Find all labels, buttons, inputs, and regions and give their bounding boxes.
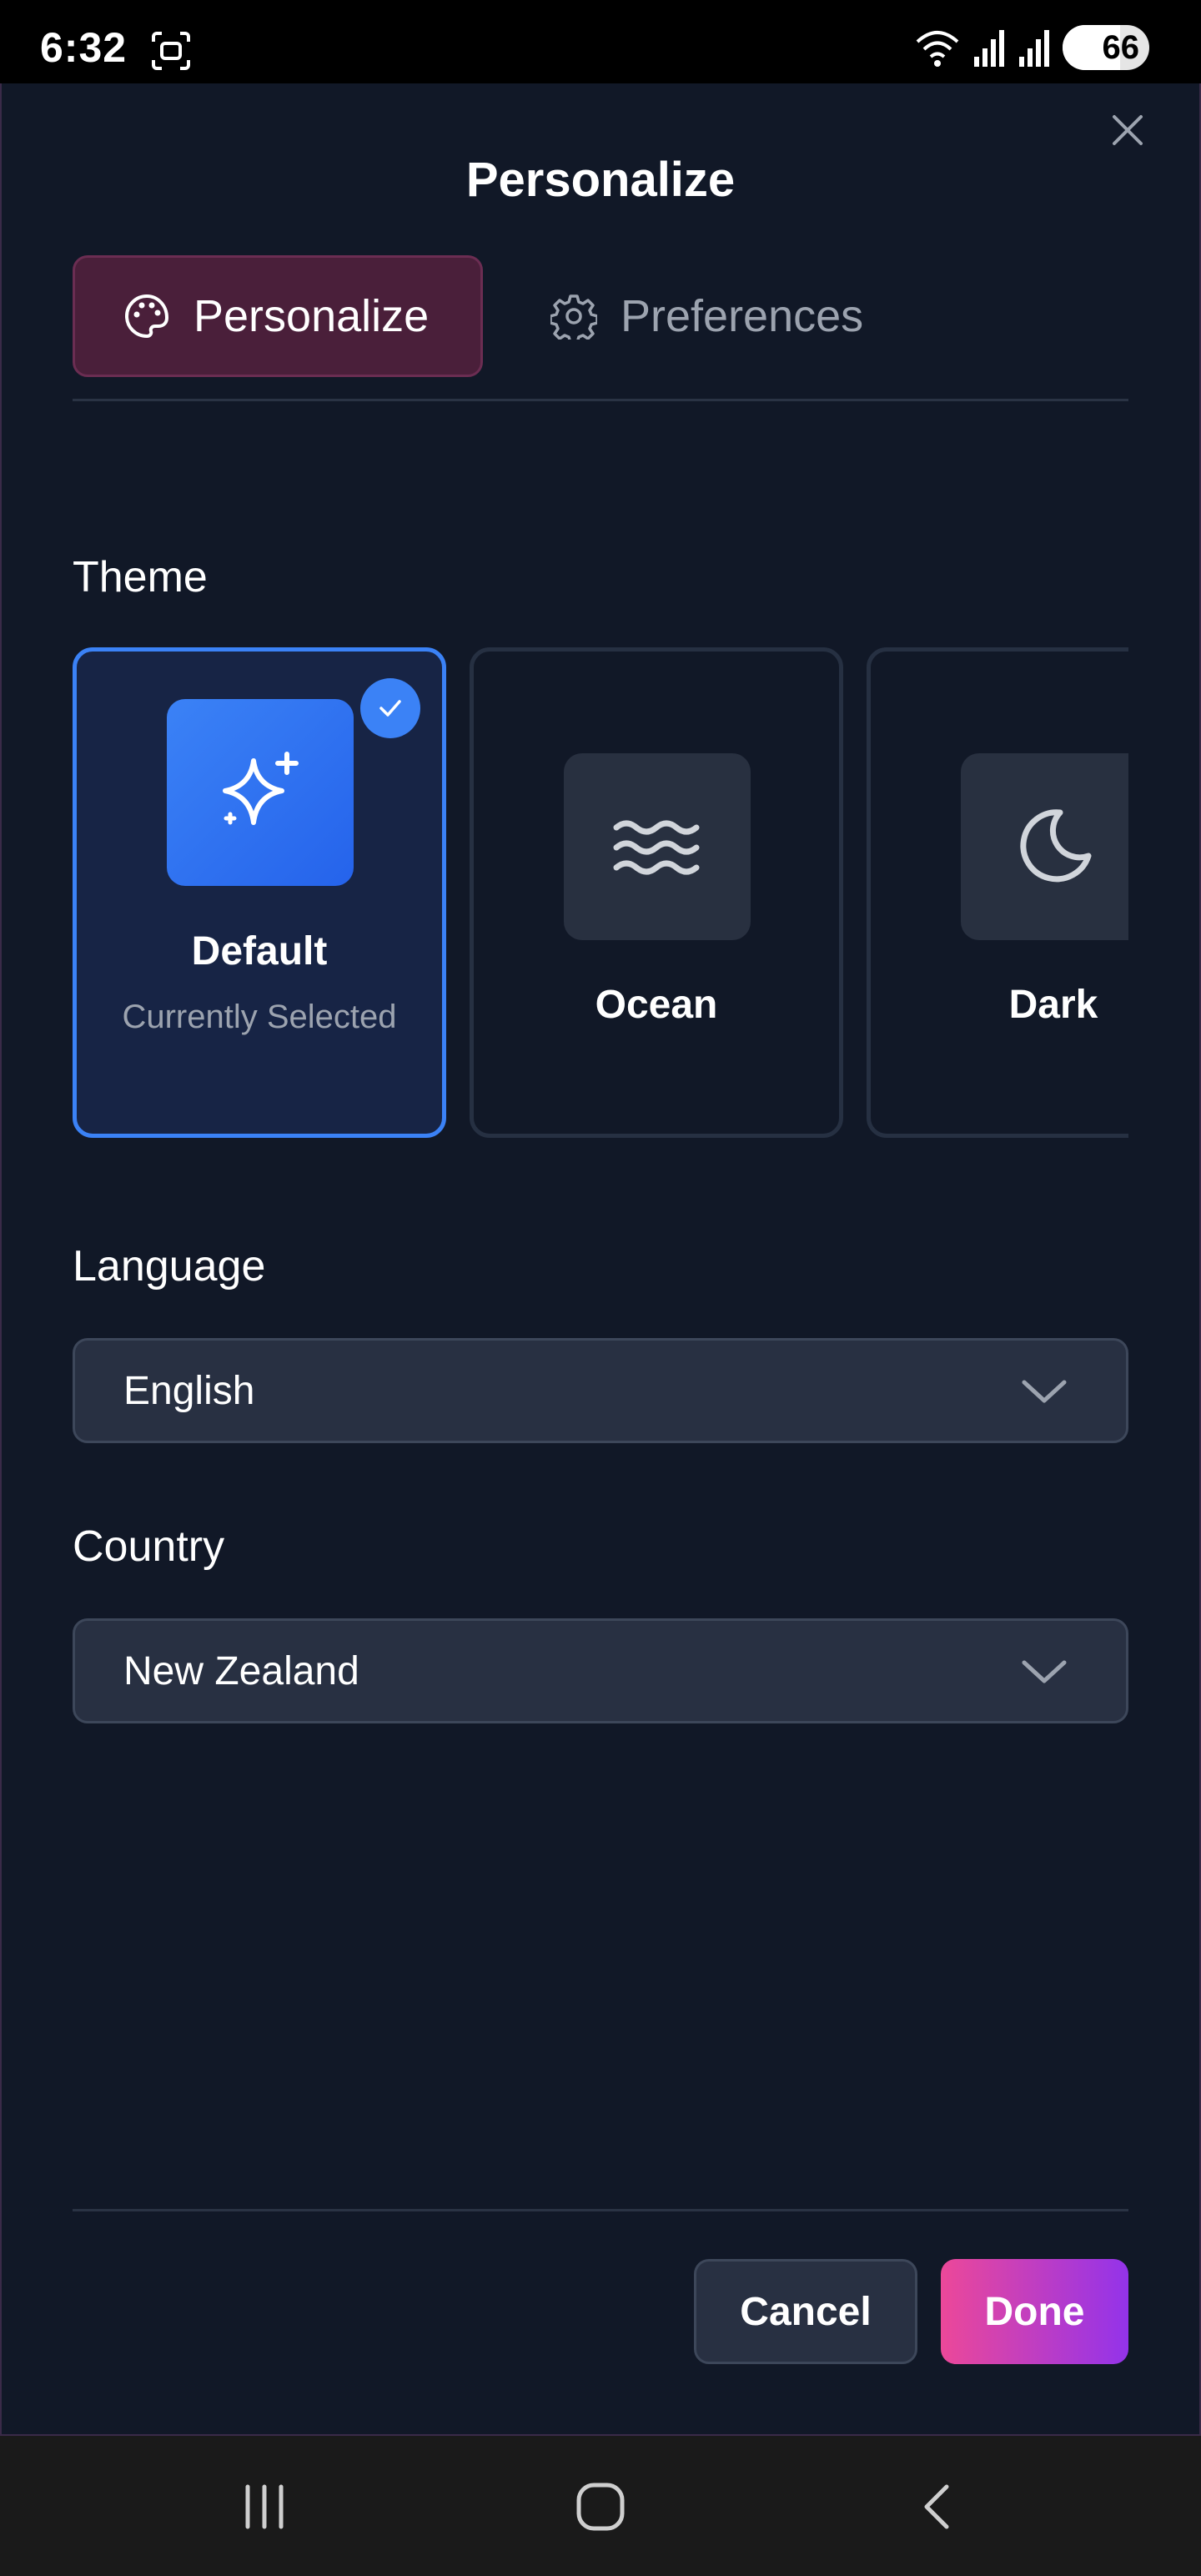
dialog-title: Personalize	[465, 153, 736, 207]
theme-ocean-icon-box	[564, 753, 751, 940]
selected-check-badge	[360, 678, 420, 738]
signal-icon-2	[1019, 30, 1049, 67]
battery-level: 66	[1102, 28, 1140, 66]
close-icon	[1113, 115, 1143, 145]
system-navigation-bar	[0, 2436, 1201, 2576]
theme-dark-name: Dark	[1008, 983, 1098, 1027]
theme-default-name: Default	[191, 929, 328, 974]
waves-icon	[613, 820, 700, 875]
language-select[interactable]: English	[73, 1338, 1128, 1443]
tab-preferences[interactable]: Preferences	[550, 255, 934, 377]
home-button[interactable]	[563, 2469, 638, 2544]
back-button[interactable]	[899, 2469, 974, 2544]
tab-preferences-label: Preferences	[621, 291, 864, 341]
gear-icon	[550, 293, 597, 340]
theme-default-subtitle: Currently Selected	[122, 999, 397, 1035]
done-button[interactable]: Done	[941, 2259, 1128, 2364]
theme-label: Theme	[73, 553, 208, 601]
cancel-button[interactable]: Cancel	[694, 2259, 917, 2364]
status-icons: 66	[914, 25, 1149, 70]
country-value: New Zealand	[123, 1648, 359, 1693]
recent-apps-icon	[245, 2484, 284, 2529]
theme-dark-icon-box	[961, 753, 1128, 940]
country-label: Country	[73, 1522, 225, 1571]
theme-carousel[interactable]: Default Currently Selected Ocean Dark	[73, 647, 1128, 1140]
wifi-icon	[916, 31, 959, 67]
theme-card-dark[interactable]: Dark	[867, 647, 1128, 1138]
language-value: English	[123, 1368, 255, 1413]
signal-icon	[974, 30, 1004, 67]
battery-indicator: 66	[1063, 25, 1149, 70]
home-icon	[576, 2483, 625, 2531]
screen-capture-icon	[150, 30, 192, 72]
moon-icon	[1020, 809, 1092, 883]
language-label: Language	[73, 1242, 266, 1291]
theme-ocean-name: Ocean	[595, 983, 718, 1027]
sparkles-icon	[223, 752, 299, 825]
chevron-down-icon	[1022, 1380, 1067, 1403]
tabs-divider	[73, 399, 1128, 401]
recent-apps-button[interactable]	[227, 2469, 302, 2544]
theme-card-ocean[interactable]: Ocean	[470, 647, 843, 1138]
chevron-down-icon	[1022, 1660, 1067, 1683]
back-icon	[924, 2484, 949, 2529]
palette-icon	[123, 293, 170, 340]
theme-card-default[interactable]: Default Currently Selected	[73, 647, 446, 1138]
close-button[interactable]	[1106, 108, 1149, 152]
status-time: 6:32	[40, 24, 128, 71]
tab-personalize-label: Personalize	[193, 291, 430, 341]
tab-personalize[interactable]: Personalize	[73, 255, 483, 377]
footer-divider	[73, 2209, 1128, 2211]
check-icon	[379, 700, 401, 717]
theme-default-icon-box	[167, 699, 354, 886]
country-select[interactable]: New Zealand	[73, 1618, 1128, 1723]
status-bar: 6:32 66	[0, 0, 1201, 83]
